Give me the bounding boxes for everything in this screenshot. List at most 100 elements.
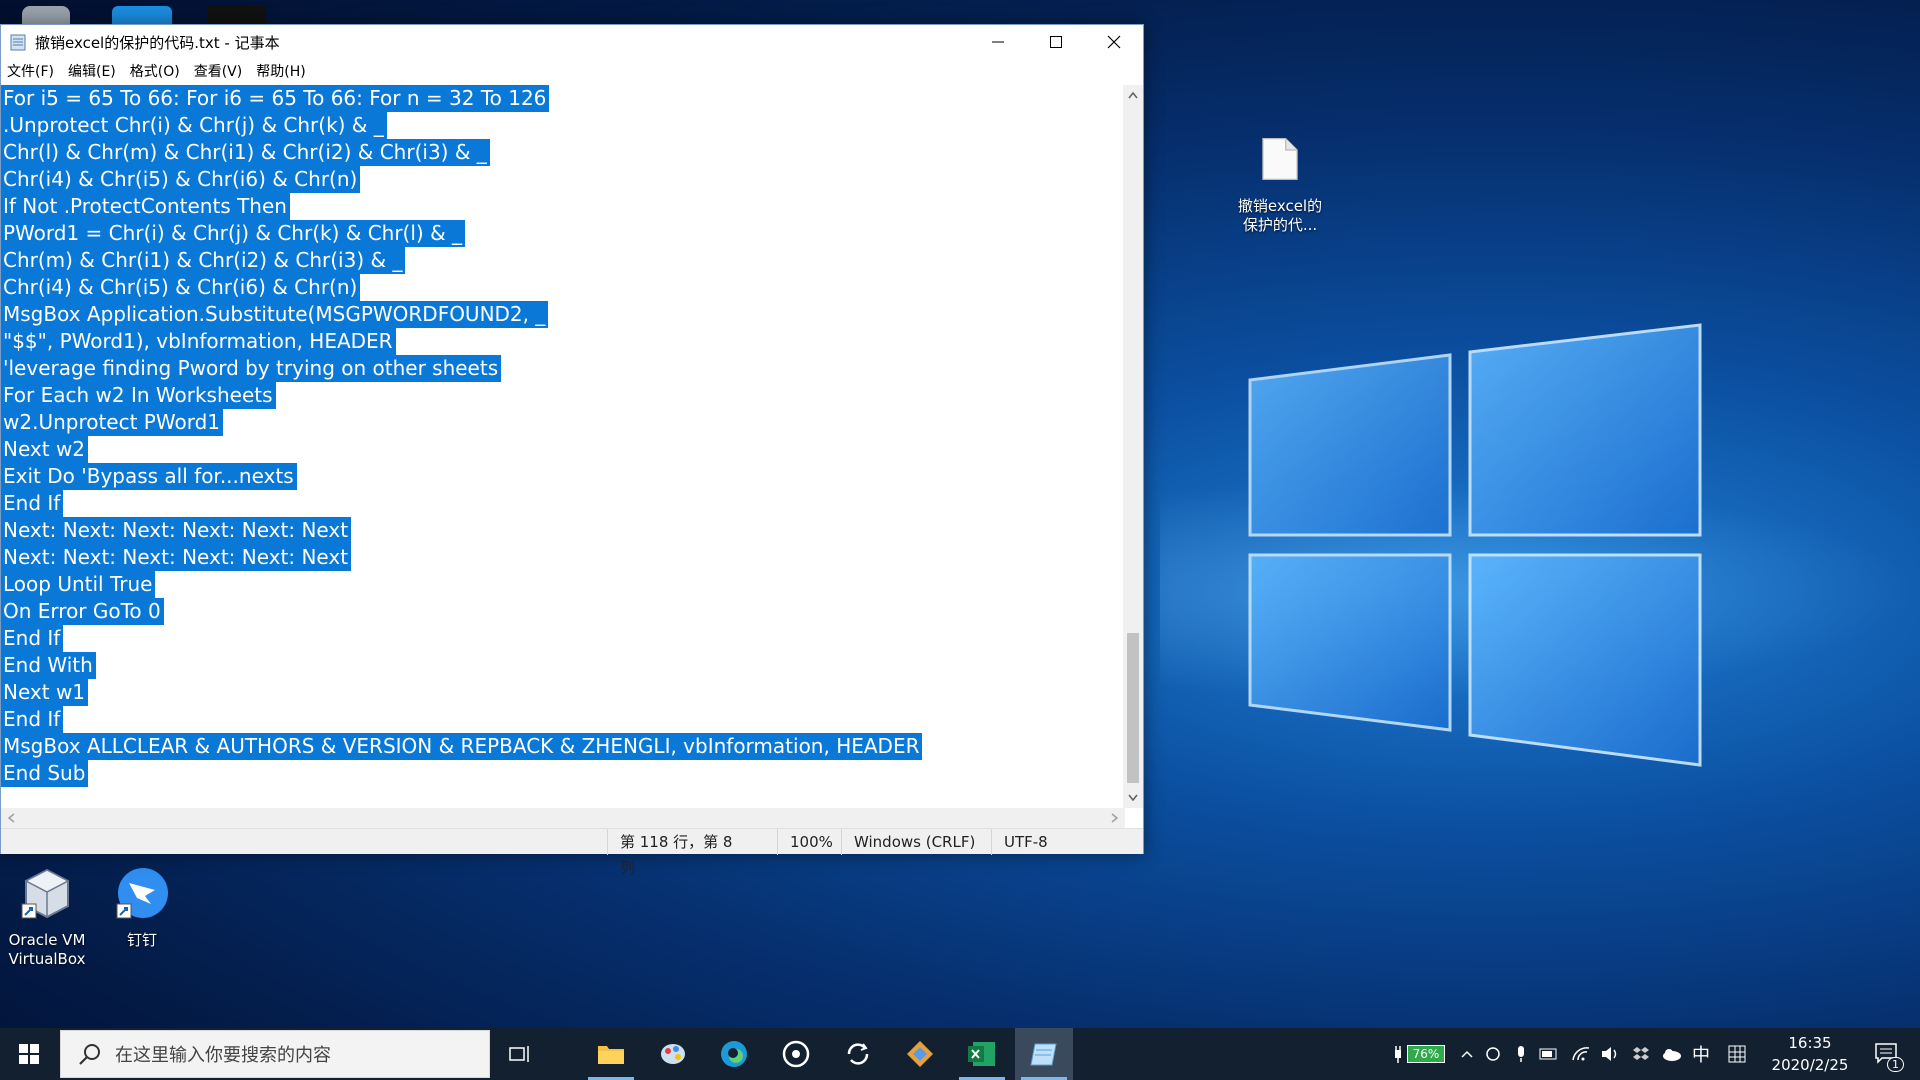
taskbar-clock[interactable]: 16:35 2020/2/25	[1762, 1032, 1858, 1076]
vertical-scroll-thumb[interactable]	[1127, 633, 1139, 783]
code-line: Chr(i4) & Chr(i5) & Chr(i6) & Chr(n)	[1, 166, 1125, 193]
dropbox-icon	[1633, 1047, 1649, 1060]
taskbar-search[interactable]: 在这里输入你要搜索的内容	[60, 1030, 490, 1078]
status-cursor-position: 第 118 行，第 8 列	[607, 829, 747, 877]
battery-icon	[1539, 1048, 1557, 1060]
battery-percent: 76%	[1406, 1045, 1446, 1063]
tray-wifi[interactable]	[1568, 1028, 1594, 1080]
tray-battery[interactable]	[1536, 1028, 1562, 1080]
chevron-left-icon	[7, 813, 15, 823]
horizontal-scrollbar[interactable]	[1, 808, 1125, 828]
desktop-dingtalk-icon[interactable]: 钉钉	[94, 866, 190, 950]
code-line: Next w2	[1, 436, 1125, 463]
menu-help[interactable]: 帮助(H)	[256, 61, 305, 81]
close-button[interactable]	[1085, 25, 1143, 59]
tray-microphone[interactable]	[1508, 1028, 1534, 1080]
tray-ime-keyboard[interactable]	[1724, 1028, 1750, 1080]
code-line: MsgBox Application.Substitute(MSGPWORDFO…	[1, 301, 1125, 328]
desktop-dingtalk-label: 钉钉	[126, 931, 157, 949]
chevron-up-icon	[1128, 91, 1138, 99]
virtualbox-icon	[21, 868, 70, 919]
taskbar-file-explorer[interactable]	[582, 1028, 640, 1080]
task-view-button[interactable]	[491, 1028, 549, 1080]
desktop-app-icon[interactable]	[112, 6, 172, 24]
chevron-right-icon	[1111, 813, 1119, 823]
menu-bar: 文件(F) 编辑(E) 格式(O) 查看(V) 帮助(H)	[1, 59, 1143, 83]
paint-icon	[661, 1044, 685, 1064]
menu-format[interactable]: 格式(O)	[130, 61, 180, 81]
tray-onedrive[interactable]	[1658, 1028, 1684, 1080]
tray-sync[interactable]	[1480, 1028, 1506, 1080]
clock-date: 2020/2/25	[1771, 1056, 1849, 1074]
code-line: End Sub	[1, 760, 1125, 787]
search-icon	[79, 1044, 100, 1065]
taskbar-dev-app[interactable]	[891, 1028, 949, 1080]
desktop-app-icon-2[interactable]	[208, 6, 266, 24]
code-line: For Each w2 In Worksheets	[1, 382, 1125, 409]
tray-ime-mode[interactable]: 中	[1688, 1028, 1714, 1080]
scroll-right-button[interactable]	[1105, 808, 1125, 828]
taskbar-excel[interactable]	[953, 1028, 1011, 1080]
notification-count-badge: 1	[1887, 1057, 1904, 1072]
windows-start-icon	[19, 1044, 39, 1064]
tray-dropbox[interactable]	[1628, 1028, 1654, 1080]
code-line: On Error GoTo 0	[1, 598, 1125, 625]
keyboard-grid-icon	[1728, 1045, 1746, 1063]
cloud-icon	[1663, 1049, 1681, 1061]
code-line: Chr(l) & Chr(m) & Chr(i1) & Chr(i2) & Ch…	[1, 139, 1125, 166]
code-line: End If	[1, 706, 1125, 733]
code-line: Next: Next: Next: Next: Next: Next	[1, 517, 1125, 544]
vertical-scrollbar[interactable]	[1123, 85, 1143, 808]
text-file-icon	[1262, 138, 1298, 180]
minimize-icon	[992, 41, 1004, 43]
dingtalk-icon	[116, 868, 168, 919]
clock-time: 16:35	[1788, 1034, 1832, 1052]
battery-indicator[interactable]: 76%	[1384, 1028, 1454, 1080]
taskbar: 在这里输入你要搜索的内容 76% 中 16:35 2020/2/25 1	[0, 1028, 1920, 1080]
edge-icon	[721, 1041, 747, 1067]
code-line: For i5 = 65 To 66: For i6 = 65 To 66: Fo…	[1, 85, 1125, 112]
start-button[interactable]	[0, 1028, 58, 1080]
minimize-button[interactable]	[969, 25, 1027, 59]
desktop-virtualbox-label: Oracle VM VirtualBox	[8, 931, 86, 968]
code-line: "$$", PWord1), vbInformation, HEADER	[1, 328, 1125, 355]
close-icon	[1107, 35, 1121, 49]
scroll-down-button[interactable]	[1123, 788, 1143, 808]
speaker-icon	[1602, 1047, 1617, 1061]
desktop-file-icon[interactable]: 撤销excel的保护的代...	[1232, 132, 1328, 235]
desktop-recycle-bin-icon[interactable]	[22, 6, 70, 24]
taskbar-edge[interactable]	[705, 1028, 763, 1080]
status-zoom: 100%	[777, 829, 843, 855]
notepad-icon	[10, 34, 26, 51]
code-line: PWord1 = Chr(i) & Chr(j) & Chr(k) & Chr(…	[1, 220, 1125, 247]
tray-volume[interactable]	[1598, 1028, 1624, 1080]
diamond-app-icon	[907, 1041, 933, 1067]
status-line-ending: Windows (CRLF)	[841, 829, 987, 855]
menu-edit[interactable]: 编辑(E)	[68, 61, 116, 81]
taskbar-sync-app[interactable]	[829, 1028, 887, 1080]
code-line: 'leverage finding Pword by trying on oth…	[1, 355, 1125, 382]
scroll-up-button[interactable]	[1123, 85, 1143, 105]
taskbar-app-paint[interactable]	[644, 1028, 702, 1080]
refresh-icon	[1486, 1047, 1500, 1061]
scroll-left-button[interactable]	[1, 808, 21, 828]
task-view-icon	[509, 1046, 529, 1062]
chevron-up-icon	[1461, 1050, 1473, 1058]
excel-icon	[968, 1042, 995, 1066]
maximize-button[interactable]	[1027, 25, 1085, 59]
text-editor[interactable]: For i5 = 65 To 66: For i6 = 65 To 66: Fo…	[1, 85, 1125, 808]
action-center-button[interactable]: 1	[1866, 1028, 1910, 1080]
taskbar-notepad[interactable]	[1015, 1028, 1073, 1080]
taskbar-media-app[interactable]	[767, 1028, 825, 1080]
power-plug-icon	[1394, 1046, 1401, 1063]
code-line: End With	[1, 652, 1125, 679]
title-bar[interactable]: 撤销excel的保护的代码.txt - 记事本	[1, 25, 1143, 59]
maximize-icon	[1050, 36, 1062, 48]
menu-file[interactable]: 文件(F)	[7, 61, 54, 81]
chevron-down-icon	[1128, 794, 1138, 802]
code-line: Next: Next: Next: Next: Next: Next	[1, 544, 1125, 571]
code-line: End If	[1, 490, 1125, 517]
menu-view[interactable]: 查看(V)	[194, 61, 243, 81]
show-hidden-icons[interactable]	[1454, 1028, 1480, 1080]
desktop-virtualbox-icon[interactable]: Oracle VM VirtualBox	[0, 866, 94, 969]
